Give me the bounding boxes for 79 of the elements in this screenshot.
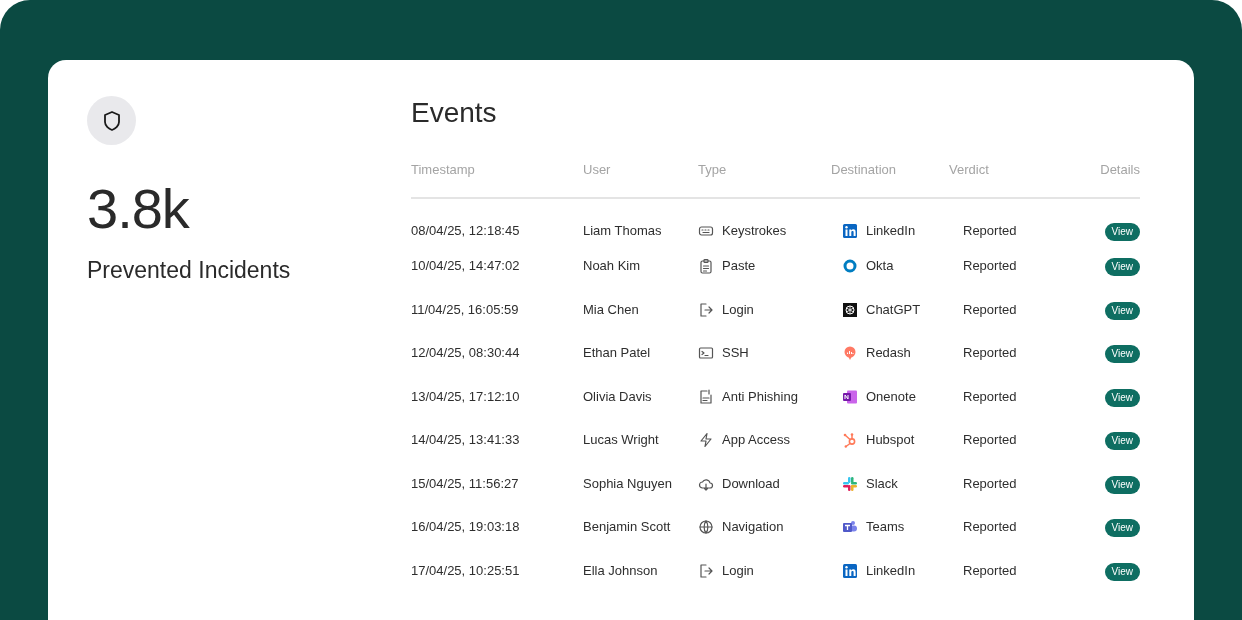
view-button[interactable]: View (1104, 475, 1140, 494)
destination-name: Onenote (866, 387, 916, 406)
verdict-text: Reported (963, 345, 1017, 361)
verdict-text: Reported (963, 562, 1017, 578)
user-name: Liam Thomas (583, 222, 662, 238)
verdict-text: Reported (963, 222, 1017, 238)
user-name: Olivia Davis (583, 388, 652, 404)
timestamp-text: 10/04/25, 14:47:02 (411, 258, 520, 274)
timestamp-text: 14/04/25, 13:41:33 (411, 432, 520, 448)
lightning-icon (698, 432, 714, 449)
event-type: Keystrokes (722, 222, 787, 241)
ring-logo-icon (842, 258, 858, 275)
verdict-text: Reported (963, 301, 1017, 317)
view-button[interactable]: View (1104, 562, 1140, 581)
user-name: Ella Johnson (583, 562, 658, 578)
timestamp-text: 11/04/25, 16:05:59 (411, 301, 519, 317)
view-button[interactable]: View (1104, 345, 1140, 364)
knot-logo-icon (842, 301, 858, 318)
clipboard-icon (698, 258, 714, 275)
hash-logo-icon (842, 475, 858, 492)
view-button[interactable]: View (1104, 258, 1140, 277)
column-header: Details (1100, 161, 1140, 177)
column-header: Type (698, 161, 727, 177)
destination-name: Teams (866, 518, 905, 537)
stat-value: 3.8k (87, 181, 191, 237)
user-name: Ethan Patel (583, 345, 651, 361)
destination-name: LinkedIn (866, 222, 916, 241)
user-name: Lucas Wright (583, 432, 659, 448)
column-header: Destination (831, 161, 897, 177)
destination-name: LinkedIn (866, 561, 916, 580)
shield-icon (101, 109, 122, 132)
destination-name: Slack (866, 474, 898, 493)
timestamp-text: 17/04/25, 10:25:51 (411, 562, 520, 578)
timestamp-text: 13/04/25, 17:12:10 (411, 388, 520, 404)
verdict-text: Reported (963, 388, 1017, 404)
event-type: SSH (722, 344, 749, 363)
timestamp-text: 12/04/25, 08:30:44 (411, 345, 520, 361)
destination-name: Hubspot (866, 431, 915, 450)
stat-label: Prevented Incidents (87, 256, 292, 285)
globe-icon (698, 519, 714, 536)
exit-icon (698, 562, 714, 579)
view-button[interactable]: View (1104, 301, 1140, 320)
linkedin-logo-icon (842, 562, 858, 579)
user-name: Mia Chen (583, 301, 639, 317)
timestamp-text: 08/04/25, 12:18:45 (411, 222, 520, 238)
timestamp-text: 15/04/25, 11:56:27 (411, 475, 519, 491)
view-button[interactable]: View (1104, 222, 1140, 241)
user-name: Sophia Nguyen (583, 475, 672, 491)
exit-icon (698, 301, 714, 318)
column-header: User (583, 161, 611, 177)
event-type: Paste (722, 257, 756, 276)
linkedin-logo-icon (842, 222, 858, 239)
sprocket-logo-icon (842, 432, 858, 449)
verdict-text: Reported (963, 258, 1017, 274)
event-type: Anti Phishing (722, 387, 798, 406)
event-type: Download (722, 474, 780, 493)
destination-name: Okta (866, 257, 894, 276)
column-header: Verdict (949, 161, 989, 177)
destination-name: Redash (866, 344, 911, 363)
user-name: Noah Kim (583, 258, 641, 274)
event-type: Navigation (722, 518, 784, 537)
event-type: App Access (722, 431, 790, 450)
section-title: Events (411, 96, 498, 130)
event-type: Login (722, 300, 754, 319)
view-button[interactable]: View (1104, 519, 1140, 538)
destination-name: ChatGPT (866, 300, 921, 319)
verdict-text: Reported (963, 519, 1017, 535)
view-button[interactable]: View (1104, 432, 1140, 451)
chat-bubble-logo-icon (842, 345, 858, 362)
verdict-text: Reported (963, 432, 1017, 448)
event-type: Login (722, 561, 754, 580)
user-name: Benjamin Scott (583, 519, 671, 535)
verdict-text: Reported (963, 475, 1017, 491)
document-icon (698, 388, 714, 405)
notebook-logo-icon (842, 388, 858, 405)
terminal-icon (698, 345, 714, 362)
column-header: Timestamp (411, 161, 475, 177)
timestamp-text: 16/04/25, 19:03:18 (411, 519, 520, 535)
view-button[interactable]: View (1104, 388, 1140, 407)
